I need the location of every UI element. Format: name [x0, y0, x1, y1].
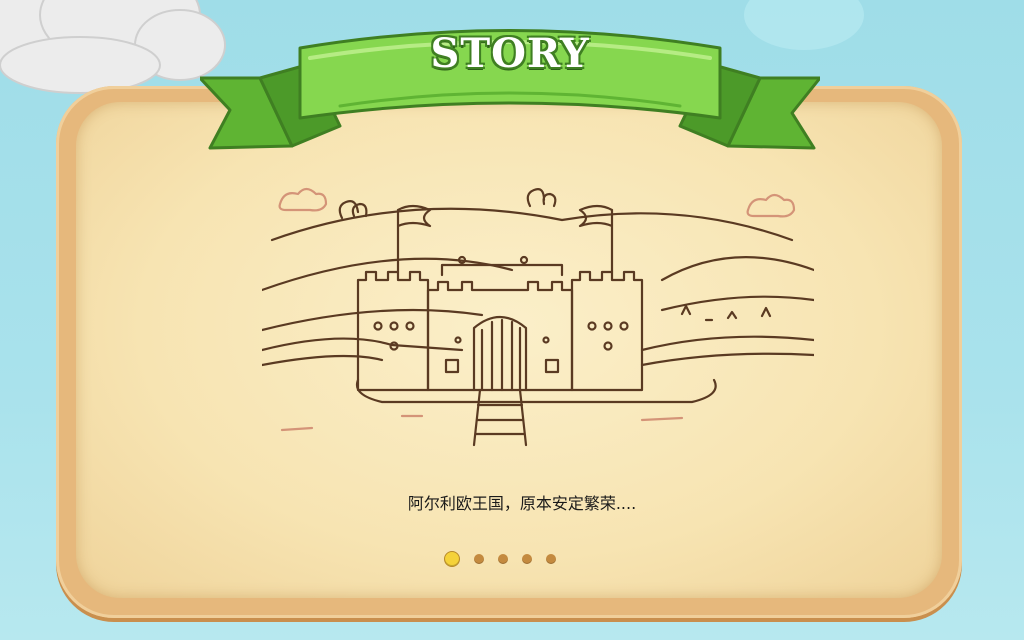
castle-illustration — [262, 187, 814, 447]
page-dot-4[interactable] — [522, 554, 532, 564]
cloud-icon — [0, 0, 226, 94]
page-dot-3[interactable] — [498, 554, 508, 564]
page-dot-5[interactable] — [546, 554, 556, 564]
page-dot-1[interactable] — [444, 551, 460, 567]
page-indicator — [444, 550, 584, 568]
story-caption: 阿尔利欧王国，原本安定繁荣.... — [407, 494, 637, 513]
page-dot-2[interactable] — [474, 554, 484, 564]
banner-title: STORY — [430, 30, 590, 77]
